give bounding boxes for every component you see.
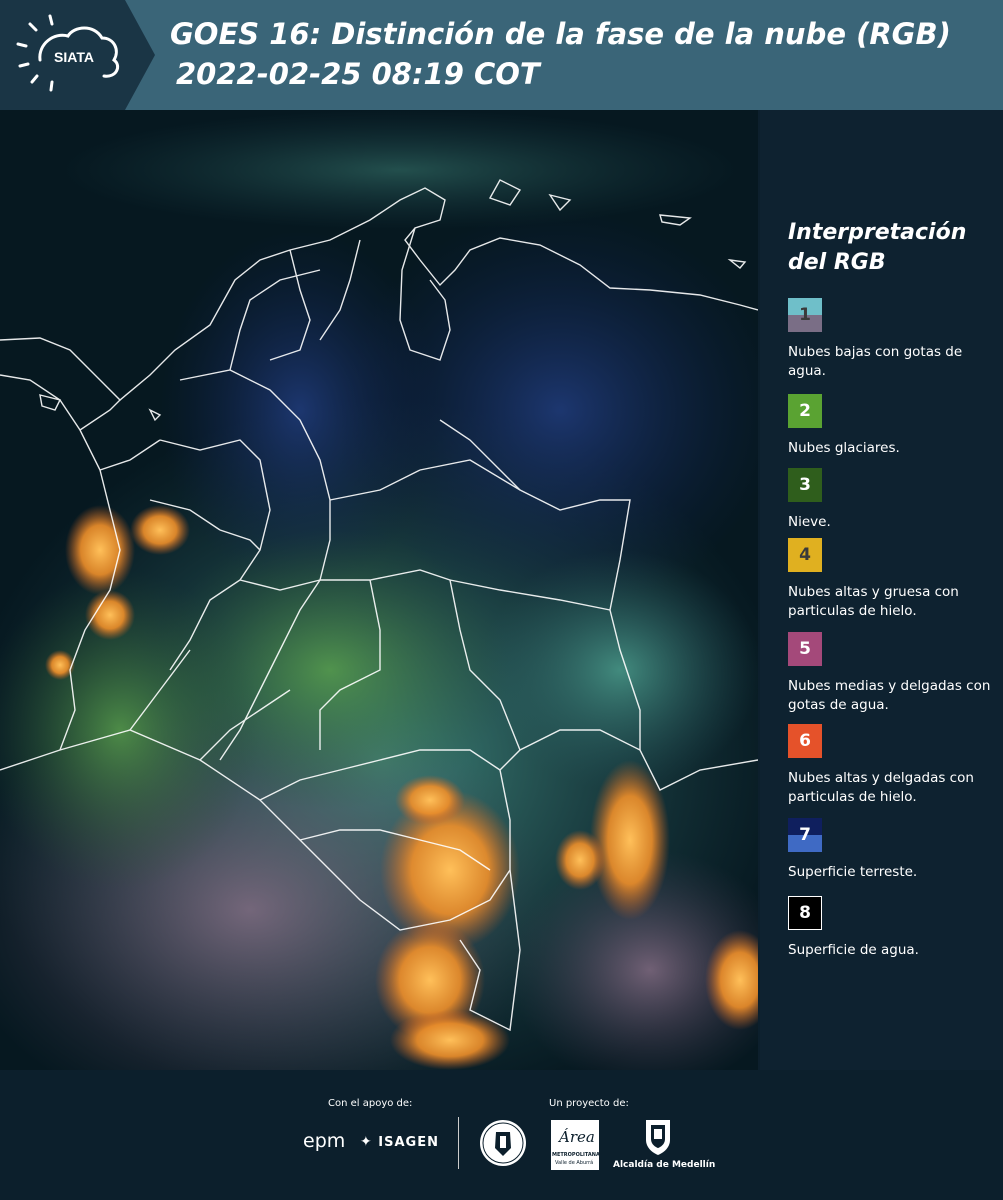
legend-swatch-5: 5 [788,632,822,666]
isagen-logo: ✦ ISAGEN [360,1134,439,1150]
legend-title: Interpretación del RGB [788,220,967,275]
seal-icon [480,1120,526,1166]
footer: Con el apoyo de: Un proyecto de: epm ✦ I… [0,1070,1003,1200]
logo-panel: SIATA [0,0,155,110]
isagen-icon: ✦ [360,1134,373,1150]
alcaldia-shield-icon [646,1120,670,1155]
legend-swatch-6: 6 [788,724,822,758]
legend-item-8: 8 Superficie de agua. [788,896,998,960]
satellite-map-svg [0,110,758,1070]
legend-item-5: 5 Nubes medias y delgadas con gotas de a… [788,632,998,715]
legend-description: Nubes glaciares. [788,440,900,456]
legend-swatch-1: 1 [788,298,822,332]
area-metropolitana-logo: Área METROPOLITANA Valle de Aburrá [551,1120,600,1170]
legend-item-1: 1 Nubes bajas con gotas de agua. [788,298,998,381]
area-sub2: Valle de Aburrá [555,1160,594,1166]
legend-number: 1 [799,305,811,325]
legend-number: 7 [799,825,811,845]
page-title: GOES 16: Distinción de la fase de la nub… [170,17,951,51]
legend-swatch-2: 2 [788,394,822,428]
legend-swatch-3: 3 [788,468,822,502]
area-label: Área [559,1128,595,1146]
legend-item-4: 4 Nubes altas y gruesa con particulas de… [788,538,998,621]
alcaldia-label: Alcaldía de Medellín [613,1160,716,1170]
legend-item-2: 2 Nubes glaciares. [788,394,998,458]
legend-item-7: 7 Superficie terreste. [788,818,998,882]
timestamp: 2022-02-25 08:19 COT [176,57,540,91]
legend-number: 4 [799,545,811,565]
support-label: Con el apoyo de: [328,1098,413,1109]
legend-swatch-7: 7 [788,818,822,852]
legend-panel: Interpretación del RGB 1 Nubes bajas con… [760,110,1003,1070]
footer-divider [458,1117,459,1169]
satellite-image [0,110,758,1070]
legend-description: Nubes medias y delgadas con gotas de agu… [788,678,991,713]
legend-number: 8 [799,903,811,923]
legend-description: Superficie de agua. [788,942,919,958]
legend-swatch-8: 8 [788,896,822,930]
legend-description: Nubes bajas con gotas de agua. [788,344,963,379]
logo-text: SIATA [54,49,94,65]
isagen-label: ISAGEN [378,1135,439,1150]
epm-label: epm [303,1130,346,1152]
legend-number: 3 [799,475,811,495]
legend-item-3: 3 Nieve. [788,468,998,532]
epm-logo: epm [303,1130,345,1152]
legend-description: Superficie terreste. [788,864,918,880]
legend-description: Nieve. [788,514,831,530]
project-label: Un proyecto de: [549,1098,629,1109]
legend-item-6: 6 Nubes altas y delgadas con particulas … [788,724,998,807]
legend-number: 2 [799,401,811,421]
legend-number: 6 [799,731,811,751]
legend-number: 5 [799,639,811,659]
area-sub1: METROPOLITANA [552,1152,600,1158]
siata-logo-icon: SIATA [16,14,120,92]
legend-description: Nubes altas y gruesa con particulas de h… [788,584,959,619]
header-bar: SIATA GOES 16: Distinción de la fase de … [0,0,1003,110]
legend-description: Nubes altas y delgadas con particulas de… [788,770,974,805]
legend-swatch-4: 4 [788,538,822,572]
title-block: GOES 16: Distinción de la fase de la nub… [170,14,951,94]
